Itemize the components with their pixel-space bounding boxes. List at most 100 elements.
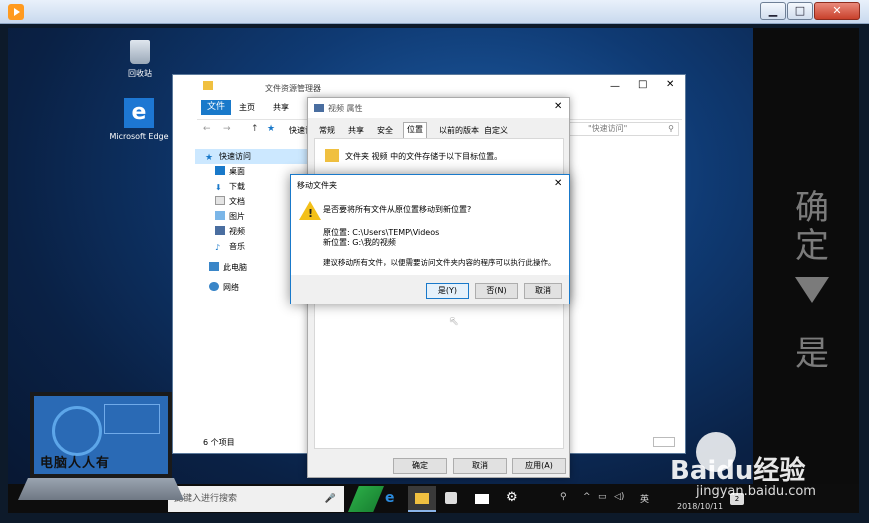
folder-icon (203, 81, 213, 90)
volume-icon[interactable]: ◁) (614, 492, 624, 502)
video-icon (215, 226, 225, 235)
laptop-logo-base (18, 478, 184, 500)
chevron-up-icon[interactable]: ^ (583, 492, 591, 502)
recycle-bin-icon[interactable] (130, 40, 150, 64)
tab-previous-versions[interactable]: 以前的版本 (436, 124, 482, 138)
minimize-button[interactable]: ▁ (760, 2, 786, 20)
desktop-icon (215, 166, 225, 175)
nav-item-music[interactable]: ♪ 音乐 (215, 239, 245, 254)
nav-item-documents[interactable]: 文档 (215, 194, 245, 209)
folder-icon (325, 149, 339, 162)
star-icon: ★ (267, 124, 276, 134)
music-icon: ♪ (215, 243, 221, 252)
down-arrow-icon (795, 277, 829, 303)
confirm-close-button[interactable]: ✕ (554, 178, 562, 189)
tab-customize[interactable]: 自定义 (481, 124, 511, 138)
nav-label: 文档 (229, 197, 245, 206)
side-char-confirm-2: 定 (795, 226, 829, 266)
nav-item-videos[interactable]: 视频 (215, 224, 245, 239)
laptop-logo-text: 电脑人人有 (40, 456, 111, 471)
nav-label: 快速访问 (219, 152, 251, 161)
nav-item-network[interactable]: 网络 (209, 280, 239, 295)
settings-gear-icon[interactable]: ⚙ (506, 490, 518, 505)
original-location-label: 原位置: (323, 228, 350, 237)
back-arrow-icon[interactable]: ← (203, 124, 211, 134)
nav-label: 网络 (223, 283, 239, 292)
new-location-path: G:\我的视频 (352, 238, 396, 247)
confirm-advice: 建议移动所有文件，以便需要访问文件夹内容的程序可以执行此操作。 (323, 258, 556, 267)
explorer-taskbar-button[interactable] (408, 486, 436, 512)
up-arrow-icon[interactable]: ↑ (251, 124, 259, 134)
tab-share[interactable]: 共享 (345, 124, 367, 138)
explorer-minimize-button[interactable]: — (610, 81, 620, 92)
mail-icon[interactable] (475, 494, 489, 504)
edge-taskbar-icon[interactable]: e (385, 490, 395, 506)
nav-label: 音乐 (229, 242, 245, 251)
ok-button[interactable]: 确定 (393, 458, 447, 474)
player-app-icon (8, 4, 24, 20)
move-folder-dialog: 移动文件夹 ✕ ! 是否要将所有文件从原位置移动到新位置? 原位置: C:\Us… (290, 174, 570, 304)
edge-icon[interactable]: e (124, 98, 154, 128)
network-icon (209, 282, 219, 291)
microphone-icon[interactable]: 🎤 (325, 486, 336, 512)
explorer-maximize-button[interactable]: □ (638, 79, 647, 90)
no-button[interactable]: 否(N) (475, 283, 518, 299)
move-folder-titlebar[interactable]: 移动文件夹 ✕ (291, 175, 569, 195)
properties-close-button[interactable]: ✕ (554, 101, 562, 112)
nav-item-this-pc[interactable]: 此电脑 (209, 260, 247, 275)
chart-graphic-icon (104, 404, 160, 434)
ribbon-tab-home[interactable]: 主页 (239, 102, 255, 113)
ime-indicator[interactable]: 英 (640, 492, 649, 505)
forward-arrow-icon[interactable]: → (223, 124, 231, 134)
tab-security[interactable]: 安全 (374, 124, 396, 138)
confirm-question: 是否要将所有文件从原位置移动到新位置? (323, 205, 472, 214)
nav-label: 视频 (229, 227, 245, 236)
download-icon: ⬇ (215, 183, 222, 192)
computer-icon (209, 262, 219, 271)
tab-location[interactable]: 位置 (403, 122, 427, 138)
baidu-watermark: Baidu经验 jingyan.baidu.com (666, 432, 856, 512)
nav-item-desktop[interactable]: 桌面 (215, 164, 245, 179)
properties-titlebar[interactable]: 视频 属性 ✕ (308, 98, 569, 118)
new-location-label: 新位置: (323, 238, 350, 247)
warning-exclamation: ! (308, 207, 314, 220)
document-icon (215, 196, 225, 205)
search-placeholder: "快速访问" (588, 124, 628, 133)
status-bar-item-count: 6 个项目 (203, 438, 235, 447)
nav-item-pictures[interactable]: 图片 (215, 209, 245, 224)
nav-label: 图片 (229, 212, 245, 221)
baidu-brand-text: Baidu经验 (670, 456, 806, 486)
network-tray-icon[interactable]: ▭ (598, 492, 607, 502)
people-icon[interactable]: ⚲ (560, 492, 567, 502)
new-location-row: 新位置: G:\我的视频 (323, 237, 396, 248)
store-icon[interactable] (445, 492, 457, 504)
close-button[interactable]: ✕ (814, 2, 860, 20)
location-description: 文件夹 视频 中的文件存储于以下目标位置。 (345, 152, 503, 161)
star-icon: ★ (205, 153, 214, 163)
ribbon-tab-file[interactable]: 文件 (201, 100, 231, 115)
explorer-title: 文件资源管理器 (265, 84, 321, 93)
confirm-cancel-button[interactable]: 取消 (524, 283, 562, 299)
yes-button[interactable]: 是(Y) (426, 283, 469, 299)
original-location-path: C:\Users\TEMP\Videos (352, 228, 440, 237)
folder-icon (415, 493, 429, 504)
ribbon-tab-share[interactable]: 共享 (273, 102, 289, 113)
tab-general[interactable]: 常规 (316, 124, 338, 138)
cancel-button[interactable]: 取消 (453, 458, 507, 474)
nav-item-quick-access[interactable]: ★ 快速访问 (195, 149, 307, 164)
nav-item-downloads[interactable]: ⬇ 下载 (215, 179, 245, 194)
gear-graphic-icon (52, 406, 102, 456)
explorer-close-button[interactable]: ✕ (666, 79, 674, 90)
video-folder-icon (314, 104, 324, 112)
recycle-bin-label: 回收站 (128, 69, 152, 78)
properties-title: 视频 属性 (328, 104, 363, 113)
side-char-yes: 是 (795, 334, 829, 374)
search-input[interactable]: "快速访问" ⚲ (567, 122, 679, 136)
player-titlebar[interactable]: ▁ □ ✕ (0, 0, 869, 24)
taskbar-search-input[interactable]: 此键入进行搜索 🎤 (168, 486, 344, 512)
maximize-button[interactable]: □ (787, 2, 813, 20)
nav-label: 桌面 (229, 167, 245, 176)
mouse-cursor-icon: ↖ (449, 314, 460, 328)
apply-button[interactable]: 应用(A) (512, 458, 566, 474)
nav-label: 下载 (229, 182, 245, 191)
